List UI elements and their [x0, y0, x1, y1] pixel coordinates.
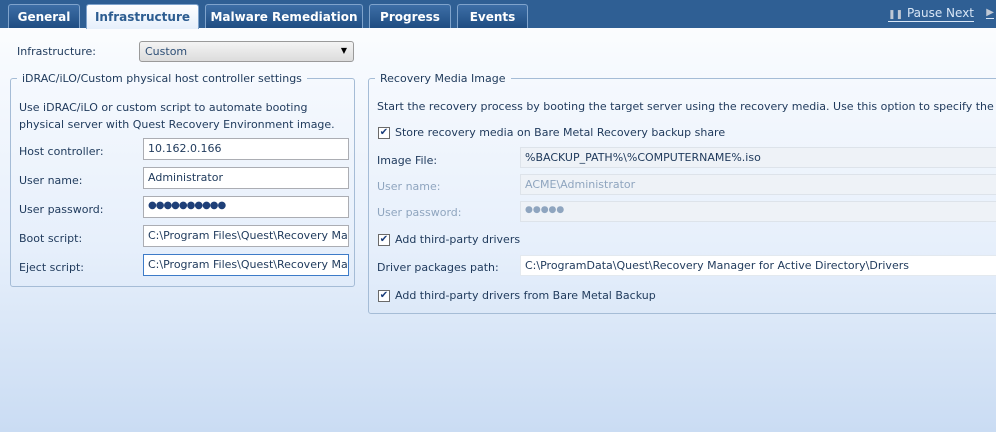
add-drivers-label: Add third-party drivers — [395, 233, 520, 246]
eject-script-input[interactable]: C:\Program Files\Quest\Recovery Manager — [143, 254, 349, 276]
host-controller-input[interactable]: 10.162.0.166 — [143, 138, 349, 160]
pause-icon: ❚❚ — [888, 10, 903, 20]
tab-bar: General Infrastructure Malware Remediati… — [0, 0, 996, 28]
tab-infrastructure[interactable]: Infrastructure — [86, 4, 199, 29]
bmb-drivers-label: Add third-party drivers from Bare Metal … — [395, 289, 656, 302]
store-media-checkbox[interactable]: ✔ Store recovery media on Bare Metal Reco… — [378, 126, 725, 139]
user-name-label: User name: — [19, 174, 82, 187]
driver-path-input[interactable]: C:\ProgramData\Quest\Recovery Manager fo… — [520, 255, 996, 276]
pause-next-button[interactable]: ❚❚ Pause Next — [888, 6, 974, 22]
user-password-input[interactable]: ●●●●●●●●●● — [143, 196, 349, 218]
driver-path-label: Driver packages path: — [377, 261, 499, 274]
host-controller-label: Host controller: — [19, 145, 104, 158]
infrastructure-value: Custom — [145, 45, 187, 58]
user-name-input[interactable]: Administrator — [143, 167, 349, 189]
recovery-media-description: Start the recovery process by booting th… — [377, 100, 996, 113]
controller-legend: iDRAC/iLO/Custom physical host controlle… — [17, 72, 307, 85]
recovery-media-legend: Recovery Media Image — [375, 72, 511, 85]
scroll-right-icon[interactable]: ▶ — [986, 7, 994, 19]
tab-general[interactable]: General — [8, 4, 80, 28]
infrastructure-label: Infrastructure: — [17, 45, 96, 58]
image-file-input[interactable]: %BACKUP_PATH%\%COMPUTERNAME%.iso — [520, 147, 996, 168]
media-user-name-label: User name: — [377, 180, 440, 193]
tab-malware-remediation[interactable]: Malware Remediation — [205, 4, 363, 28]
pause-next-label: Pause Next — [907, 6, 974, 20]
infrastructure-select[interactable]: Custom ▼ — [139, 41, 354, 62]
media-user-name-input[interactable]: ACME\Administrator — [520, 174, 996, 195]
media-user-password-label: User password: — [377, 206, 462, 219]
chevron-down-icon: ▼ — [341, 46, 347, 55]
tab-progress[interactable]: Progress — [369, 4, 451, 28]
store-media-label: Store recovery media on Bare Metal Recov… — [395, 126, 725, 139]
checkbox-checked-icon: ✔ — [378, 234, 390, 246]
checkbox-checked-icon: ✔ — [378, 127, 390, 139]
media-user-password-input[interactable]: ●●●●● — [520, 201, 996, 222]
add-drivers-checkbox[interactable]: ✔ Add third-party drivers — [378, 233, 520, 246]
user-password-label: User password: — [19, 203, 104, 216]
eject-script-label: Eject script: — [19, 261, 84, 274]
controller-description: Use iDRAC/iLO or custom script to automa… — [19, 99, 349, 133]
tab-events[interactable]: Events — [457, 4, 528, 28]
boot-script-label: Boot script: — [19, 232, 82, 245]
boot-script-input[interactable]: C:\Program Files\Quest\Recovery Manager — [143, 225, 349, 247]
checkbox-checked-icon: ✔ — [378, 290, 390, 302]
bmb-drivers-checkbox[interactable]: ✔ Add third-party drivers from Bare Metal… — [378, 289, 656, 302]
image-file-label: Image File: — [377, 154, 437, 167]
